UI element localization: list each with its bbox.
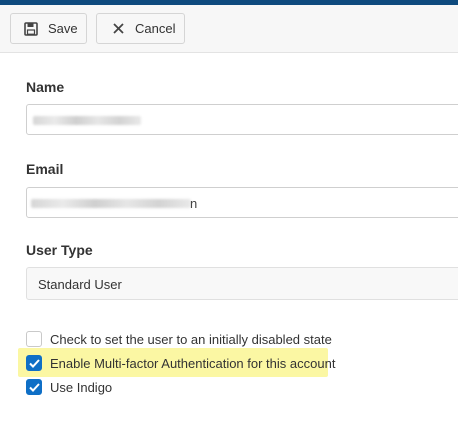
cancel-label: Cancel — [135, 21, 176, 36]
save-icon — [23, 21, 39, 37]
option-row-mfa[interactable]: Enable Multi-factor Authentication for t… — [26, 355, 335, 371]
user-type-select[interactable]: Standard User — [26, 267, 458, 300]
email-field[interactable]: n — [26, 187, 458, 218]
mfa-label: Enable Multi-factor Authentication for t… — [50, 355, 336, 371]
use-indigo-checkbox[interactable] — [26, 379, 42, 395]
toolbar: Save Cancel — [0, 5, 458, 53]
user-type-label: User Type — [26, 242, 93, 258]
redacted-email-value — [31, 199, 191, 208]
redacted-name-value — [33, 116, 141, 125]
close-icon — [110, 21, 126, 37]
disabled-state-label: Check to set the user to an initially di… — [50, 331, 332, 347]
option-row-use-indigo[interactable]: Use Indigo — [26, 379, 112, 395]
check-icon — [28, 382, 40, 392]
disabled-state-checkbox[interactable] — [26, 331, 42, 347]
save-label: Save — [48, 21, 78, 36]
email-visible-tail: n — [190, 196, 198, 211]
mfa-checkbox[interactable] — [26, 355, 42, 371]
name-field[interactable] — [26, 104, 458, 135]
name-label: Name — [26, 79, 65, 95]
check-icon — [28, 358, 40, 368]
cancel-button[interactable]: Cancel — [96, 13, 185, 44]
save-button[interactable]: Save — [10, 13, 87, 44]
email-label: Email — [26, 161, 64, 177]
option-row-disabled-state[interactable]: Check to set the user to an initially di… — [26, 331, 332, 347]
use-indigo-label: Use Indigo — [50, 379, 113, 395]
